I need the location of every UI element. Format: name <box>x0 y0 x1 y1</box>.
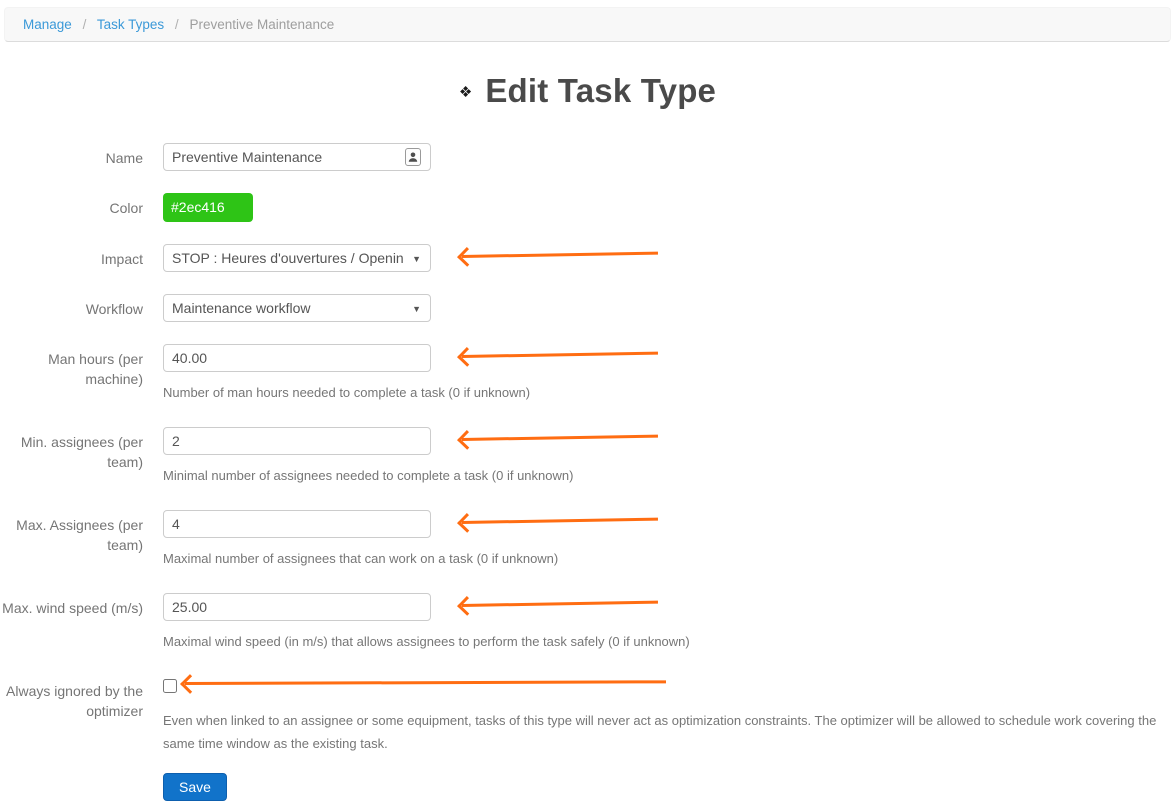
max-wind-speed-help-text: Maximal wind speed (in m/s) that allows … <box>163 633 1175 650</box>
annotation-arrow <box>462 518 658 524</box>
ignored-by-optimizer-checkbox[interactable] <box>163 679 177 693</box>
color-swatch[interactable]: #2ec416 <box>163 193 253 222</box>
ignored-by-optimizer-label: Always ignored by the optimizer <box>0 676 143 755</box>
max-wind-speed-label: Max. wind speed (m/s) <box>0 593 143 650</box>
breadcrumb-separator: / <box>83 17 87 32</box>
annotation-arrow <box>462 252 658 258</box>
breadcrumb-link-manage[interactable]: Manage <box>23 17 72 32</box>
man-hours-input[interactable] <box>163 344 431 372</box>
ignored-by-optimizer-help-text: Even when linked to an assignee or some … <box>163 709 1158 755</box>
max-assignees-label: Max. Assignees (per team) <box>0 510 143 567</box>
chevron-down-icon: ▼ <box>412 304 421 314</box>
workflow-select[interactable]: Maintenance workflow ▼ <box>163 294 431 322</box>
page-title: Edit Task Type <box>485 72 716 110</box>
annotation-arrow <box>185 680 666 685</box>
save-button[interactable]: Save <box>163 773 227 801</box>
name-input[interactable] <box>163 143 431 171</box>
breadcrumb-separator: / <box>175 17 179 32</box>
max-wind-speed-input[interactable] <box>163 593 431 621</box>
min-assignees-input[interactable] <box>163 427 431 455</box>
impact-label: Impact <box>0 244 143 272</box>
form-row-ignored-by-optimizer: Always ignored by the optimizer Even whe… <box>0 676 1175 755</box>
min-assignees-help-text: Minimal number of assignees needed to co… <box>163 467 1175 484</box>
man-hours-label: Man hours (per machine) <box>0 344 143 401</box>
form-row-color: Color #2ec416 <box>0 193 1175 222</box>
color-label: Color <box>0 193 143 222</box>
annotation-arrow <box>462 435 658 441</box>
max-assignees-input[interactable] <box>163 510 431 538</box>
autofill-contact-icon[interactable] <box>405 148 421 169</box>
form-row-max-assignees: Max. Assignees (per team) Maximal number… <box>0 510 1175 567</box>
breadcrumb-current-page: Preventive Maintenance <box>189 17 334 32</box>
man-hours-help-text: Number of man hours needed to complete a… <box>163 384 1175 401</box>
min-assignees-label: Min. assignees (per team) <box>0 427 143 484</box>
form-row-workflow: Workflow Maintenance workflow ▼ <box>0 294 1175 322</box>
edit-task-type-form: Name Color #2ec416 Impact STOP : Heures … <box>0 143 1175 801</box>
form-row-impact: Impact STOP : Heures d'ouvertures / Open… <box>0 244 1175 272</box>
impact-selected-value: STOP : Heures d'ouvertures / Openin <box>172 250 404 266</box>
name-label: Name <box>0 143 143 171</box>
workflow-selected-value: Maintenance workflow <box>172 300 311 316</box>
max-assignees-help-text: Maximal number of assignees that can wor… <box>163 550 1175 567</box>
task-type-icon: ❖ <box>459 83 472 101</box>
annotation-arrow <box>462 352 658 358</box>
page-header: ❖ Edit Task Type <box>0 72 1175 110</box>
form-row-man-hours: Man hours (per machine) Number of man ho… <box>0 344 1175 401</box>
annotation-arrow <box>462 601 658 607</box>
breadcrumb: Manage / Task Types / Preventive Mainten… <box>4 7 1171 42</box>
workflow-label: Workflow <box>0 294 143 322</box>
chevron-down-icon: ▼ <box>412 254 421 264</box>
form-row-max-wind-speed: Max. wind speed (m/s) Maximal wind speed… <box>0 593 1175 650</box>
impact-select[interactable]: STOP : Heures d'ouvertures / Openin ▼ <box>163 244 431 272</box>
form-row-min-assignees: Min. assignees (per team) Minimal number… <box>0 427 1175 484</box>
breadcrumb-link-task-types[interactable]: Task Types <box>97 17 164 32</box>
form-row-name: Name <box>0 143 1175 171</box>
